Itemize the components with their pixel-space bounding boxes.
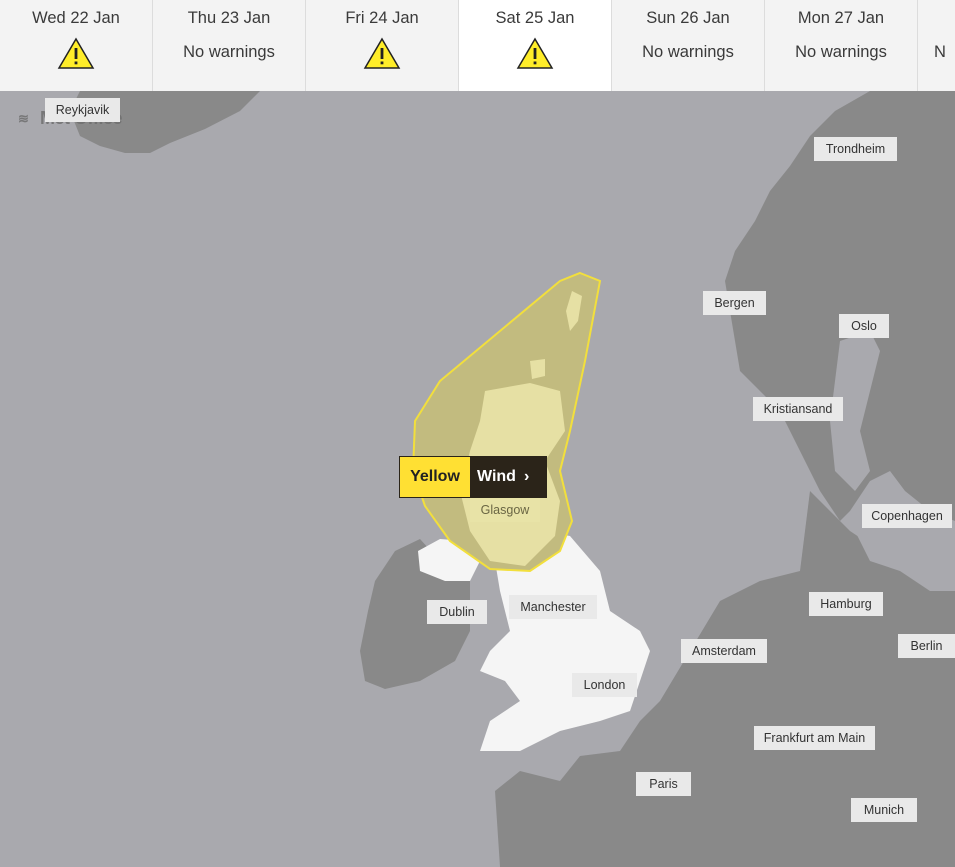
city-label-reykjavik: Reykjavik: [45, 98, 120, 122]
warnings-map[interactable]: ≋Met Office Reykjavik Trondheim Bergen O…: [0, 91, 955, 867]
city-label-berlin: Berlin: [898, 634, 955, 658]
warning-triangle-icon: [57, 37, 95, 69]
tab-day-4[interactable]: Sun 26 Jan No warnings: [612, 0, 765, 91]
tab-status: No warnings: [642, 43, 734, 61]
tab-day-0[interactable]: Wed 22 Jan: [0, 0, 153, 91]
city-label-frankfurt: Frankfurt am Main: [754, 726, 875, 750]
warning-type: Wind ›: [470, 457, 546, 497]
tab-day-2[interactable]: Fri 24 Jan: [306, 0, 459, 91]
city-label-dublin: Dublin: [427, 600, 487, 624]
tab-date: Sat 25 Jan: [495, 9, 575, 27]
city-label-glasgow: Glasgow: [470, 498, 540, 522]
tab-date: Wed 22 Jan: [32, 9, 120, 27]
tab-day-5[interactable]: Mon 27 Jan No warnings: [765, 0, 918, 91]
city-label-london: London: [572, 673, 637, 697]
city-label-paris: Paris: [636, 772, 691, 796]
land-orkney: [530, 359, 545, 379]
tab-status: N: [934, 43, 946, 61]
tab-status: No warnings: [795, 43, 887, 61]
met-office-waves-icon: ≋: [18, 111, 29, 127]
chevron-right-icon: ›: [523, 468, 530, 485]
warning-triangle-icon: [363, 37, 401, 69]
tab-date: Sun 26 Jan: [646, 9, 730, 27]
city-label-kristiansand: Kristiansand: [753, 397, 843, 421]
warning-pill-button[interactable]: Yellow Wind ›: [399, 456, 547, 498]
tab-day-1[interactable]: Thu 23 Jan No warnings: [153, 0, 306, 91]
tab-date: Mon 27 Jan: [797, 9, 885, 27]
city-label-copenhagen: Copenhagen: [862, 504, 952, 528]
tab-day-6[interactable]: N: [918, 0, 955, 91]
tab-date: Fri 24 Jan: [345, 9, 419, 27]
city-label-bergen: Bergen: [703, 291, 766, 315]
city-label-oslo: Oslo: [839, 314, 889, 338]
day-tabs: Wed 22 Jan Thu 23 Jan No warnings Fri 24…: [0, 0, 955, 91]
city-label-amsterdam: Amsterdam: [681, 639, 767, 663]
warning-level: Yellow: [400, 457, 470, 497]
city-label-hamburg: Hamburg: [809, 592, 883, 616]
city-label-munich: Munich: [851, 798, 917, 822]
city-label-manchester: Manchester: [509, 595, 597, 619]
warning-triangle-icon: [516, 37, 554, 69]
tab-day-3[interactable]: Sat 25 Jan: [459, 0, 612, 91]
tab-date: Thu 23 Jan: [187, 9, 271, 27]
city-label-trondheim: Trondheim: [814, 137, 897, 161]
tab-status: No warnings: [183, 43, 275, 61]
